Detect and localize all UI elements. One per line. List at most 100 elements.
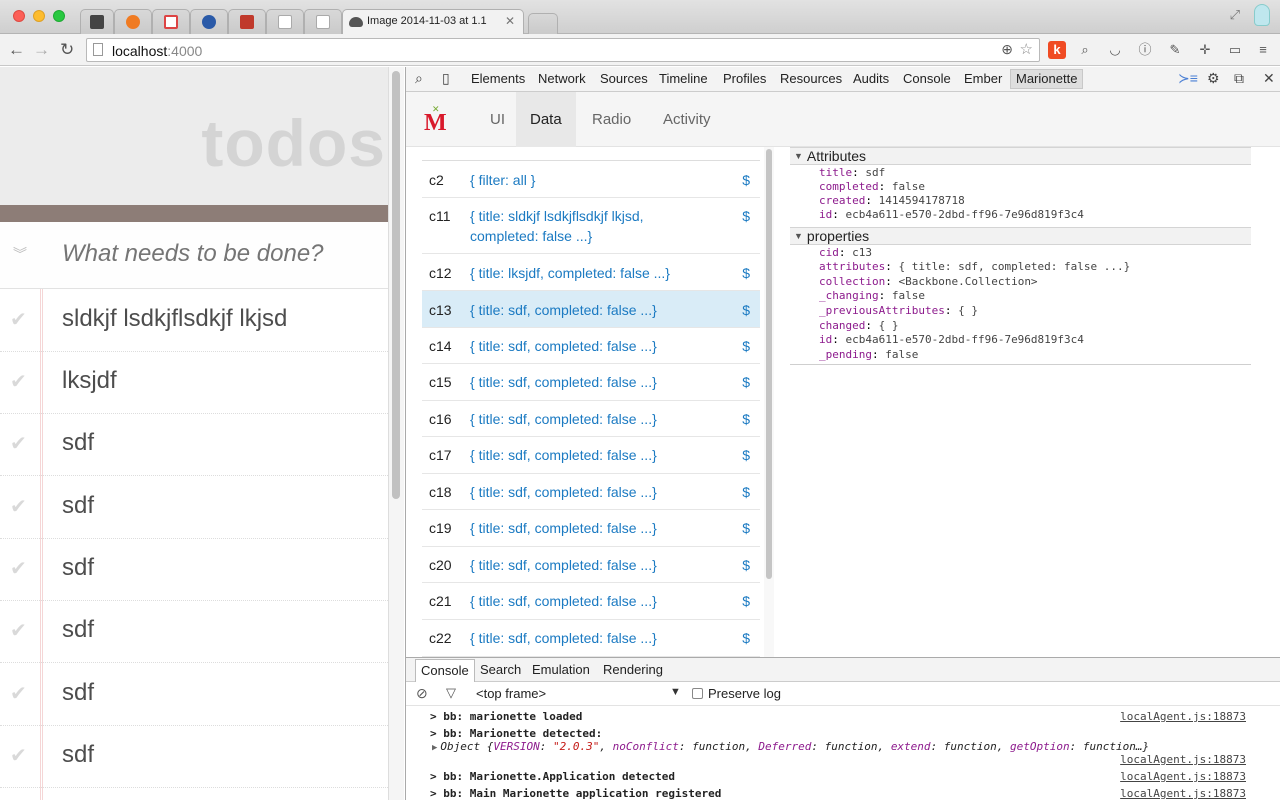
model-summary[interactable]: { title: sdf, completed: false ...} (470, 591, 710, 611)
inspect-dollar-link[interactable]: $ (742, 520, 750, 536)
model-row[interactable]: c16 { title: sdf, completed: false ...} $ (422, 401, 760, 437)
browser-tab[interactable] (114, 9, 152, 34)
todo-item[interactable]: ✔ sdf (0, 477, 388, 539)
forward-arrow-icon[interactable]: → (33, 40, 50, 60)
model-summary[interactable]: { title: sdf, completed: false ...} (470, 445, 710, 465)
model-summary[interactable]: { title: lksjdf, completed: false ...} (470, 263, 730, 283)
inspect-dollar-link[interactable]: $ (742, 557, 750, 573)
scrollbar-thumb[interactable] (766, 149, 772, 579)
tab-activity[interactable]: Activity (649, 92, 725, 147)
inspect-dollar-link[interactable]: $ (742, 338, 750, 354)
clear-console-icon[interactable]: ⊘ (416, 685, 428, 702)
crosshair-icon[interactable]: ✛ (1196, 41, 1214, 59)
inspect-dollar-link[interactable]: $ (742, 374, 750, 390)
check-icon[interactable]: ✔ (10, 494, 27, 519)
tab-ember[interactable]: Ember (964, 71, 1002, 86)
check-icon[interactable]: ✔ (10, 743, 27, 768)
properties-section-header[interactable]: ▼ properties (790, 227, 1251, 245)
fullscreen-icon[interactable]: ⤢ (1230, 7, 1240, 23)
check-icon[interactable]: ✔ (10, 681, 27, 706)
attributes-section-header[interactable]: ▼ Attributes (790, 147, 1251, 165)
check-icon[interactable]: ✔ (10, 369, 27, 394)
browser-tab[interactable] (266, 9, 304, 34)
scrollbar-thumb[interactable] (392, 71, 400, 499)
model-row[interactable]: c17 { title: sdf, completed: false ...} $ (422, 437, 760, 474)
model-summary[interactable]: { title: sdf, completed: false ...} (470, 555, 710, 575)
source-link[interactable]: localAgent.js:18873 (1120, 770, 1246, 783)
tab-sources[interactable]: Sources (600, 71, 648, 86)
model-summary[interactable]: { title: sdf, completed: false ...} (470, 518, 710, 538)
frame-selector[interactable]: <top frame> (476, 686, 686, 701)
model-list-scrollbar[interactable] (764, 147, 774, 657)
tab-network[interactable]: Network (538, 71, 586, 86)
new-tab-button[interactable] (528, 13, 558, 34)
info-icon[interactable]: ⓘ (1136, 41, 1154, 59)
check-icon[interactable]: ✔ (10, 618, 27, 643)
k-extension-icon[interactable]: k (1048, 41, 1066, 59)
source-link[interactable]: localAgent.js:18873 (1120, 710, 1246, 723)
todo-item[interactable]: ✔ lksjdf (0, 352, 388, 414)
browser-tab[interactable] (152, 9, 190, 34)
todo-item[interactable]: ✔ sdf (0, 414, 388, 476)
model-row[interactable]: c18 { title: sdf, completed: false ...} $ (422, 474, 760, 510)
model-row[interactable]: c14 { title: sdf, completed: false ...} $ (422, 328, 760, 364)
close-devtools-icon[interactable]: ✕ (1263, 70, 1275, 87)
model-summary[interactable]: { title: sdf, completed: false ...} (470, 628, 710, 648)
zoom-window-button[interactable] (53, 10, 65, 22)
cast-icon[interactable]: ▭ (1226, 41, 1244, 59)
drawer-tab-emulation[interactable]: Emulation (532, 662, 590, 677)
inspect-dollar-link[interactable]: $ (742, 630, 750, 646)
inspect-dollar-link[interactable]: $ (742, 265, 750, 281)
inspect-search-icon[interactable]: ⌕ (415, 70, 423, 87)
tab-marionette[interactable]: Marionette (1010, 69, 1084, 89)
browser-tab[interactable] (228, 9, 266, 34)
model-row[interactable]: c20 { title: sdf, completed: false ...} $ (422, 547, 760, 583)
check-icon[interactable]: ✔ (10, 431, 27, 456)
model-row[interactable]: c12 { title: lksjdf, completed: false ...… (422, 254, 760, 291)
reload-icon[interactable]: ↻ (60, 40, 74, 60)
source-link[interactable]: localAgent.js:18873 (1120, 787, 1246, 800)
tab-console[interactable]: Console (903, 71, 951, 86)
model-summary[interactable]: { title: sdf, completed: false ...} (470, 409, 710, 429)
preserve-log-checkbox[interactable] (692, 688, 703, 699)
browser-tab-active[interactable]: Image 2014-11-03 at 1.1 ✕ (342, 9, 524, 34)
back-arrow-icon[interactable]: ← (8, 40, 25, 60)
model-summary[interactable]: { title: sdf, completed: false ...} (470, 336, 710, 356)
model-summary[interactable]: { title: sdf, completed: false ...} (470, 372, 710, 392)
address-bar[interactable]: localhost:4000 ⊕ ☆ (86, 38, 1040, 62)
tab-resources[interactable]: Resources (780, 71, 842, 86)
dock-side-icon[interactable]: ⧉ (1234, 70, 1244, 87)
todo-item[interactable]: ✔ sldkjf lsdkjflsdkjf lkjsd (0, 290, 388, 352)
device-mode-icon[interactable]: ▯ (442, 70, 450, 87)
tab-elements[interactable]: Elements (471, 71, 525, 86)
close-window-button[interactable] (13, 10, 25, 22)
model-row[interactable]: c22 { title: sdf, completed: false ...} $ (422, 620, 760, 657)
filter-icon[interactable]: ▽ (446, 685, 456, 701)
console-drawer-icon[interactable]: ≻≡ (1178, 70, 1198, 87)
inspect-dollar-link[interactable]: $ (742, 302, 750, 318)
model-row-selected[interactable]: c13 { title: sdf, completed: false ...} $ (422, 291, 760, 328)
check-icon[interactable]: ✔ (10, 556, 27, 581)
settings-gear-icon[interactable]: ⚙ (1207, 70, 1220, 87)
todo-item[interactable]: ✔ sdf (0, 664, 388, 726)
drawer-tab-rendering[interactable]: Rendering (603, 662, 663, 677)
model-summary[interactable]: { title: sdf, completed: false ...} (470, 482, 710, 502)
drawer-tab-console[interactable]: Console (415, 659, 475, 682)
model-row[interactable]: c11 { title: sldkjf lsdkjflsdkjf lkjsd, c… (422, 198, 760, 254)
menu-icon[interactable]: ≡ (1254, 41, 1272, 59)
inspect-dollar-link[interactable]: $ (742, 208, 750, 224)
model-summary[interactable]: { title: sdf, completed: false ...} (470, 300, 710, 320)
drawer-tab-search[interactable]: Search (480, 662, 521, 677)
app-scrollbar[interactable] (388, 67, 404, 800)
dropdown-caret-icon[interactable]: ▼ (670, 686, 681, 698)
todo-item[interactable]: ✔ sdf (0, 539, 388, 601)
close-tab-icon[interactable]: ✕ (505, 14, 515, 28)
inspect-dollar-link[interactable]: $ (742, 593, 750, 609)
profile-avatar[interactable] (1254, 4, 1270, 26)
model-row[interactable]: c2 { filter: all } $ (422, 161, 760, 198)
tab-ui[interactable]: UI (476, 92, 519, 147)
model-row[interactable]: c15 { title: sdf, completed: false ...} $ (422, 364, 760, 401)
tab-data[interactable]: Data (516, 92, 576, 147)
tab-radio[interactable]: Radio (578, 92, 645, 147)
evernote-icon[interactable]: ✎ (1166, 41, 1184, 59)
